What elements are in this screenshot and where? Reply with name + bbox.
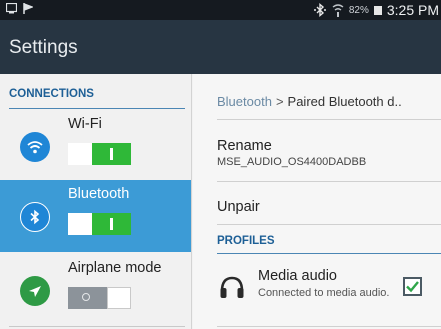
sidebar-item-airplane-mode[interactable]: Airplane mode <box>0 254 192 326</box>
breadcrumb-parent[interactable]: Bluetooth <box>217 94 272 109</box>
checkmark-icon <box>406 281 419 293</box>
sidebar-item-label: Airplane mode <box>68 260 162 276</box>
clock: 3:25 PM <box>386 2 439 18</box>
airplane-mode-toggle[interactable] <box>68 287 131 309</box>
detail-pane: Bluetooth > Paired Bluetooth d.. Rename MS… <box>193 74 441 329</box>
sidebar-item-label: Wi-Fi <box>68 116 102 132</box>
divider <box>217 326 441 327</box>
wifi-toggle[interactable] <box>68 143 131 165</box>
divider <box>217 224 441 225</box>
media-audio-checkbox[interactable] <box>403 277 422 296</box>
bluetooth-toggle[interactable] <box>68 213 131 235</box>
battery-percent: 82% <box>348 4 369 16</box>
airplane-icon <box>20 276 50 306</box>
wifi-status-icon <box>332 4 344 17</box>
media-audio-status: Connected to media audio. <box>258 287 390 299</box>
connections-pane: CONNECTIONS Wi-Fi Bluetooth Airplane mod <box>0 74 192 329</box>
page-title: Settings <box>9 37 78 58</box>
sidebar-item-label: Bluetooth <box>68 186 130 202</box>
bluetooth-status-icon <box>313 3 326 17</box>
list-divider <box>9 326 185 327</box>
sidebar-item-wifi[interactable]: Wi-Fi <box>0 110 192 182</box>
section-divider <box>9 108 185 109</box>
connections-header: CONNECTIONS <box>9 88 94 100</box>
profiles-header: PROFILES <box>217 235 275 247</box>
pane-divider <box>191 74 192 329</box>
status-bar: 82% 3:25 PM <box>0 0 441 20</box>
flag-icon <box>23 3 33 14</box>
wifi-icon <box>20 132 50 162</box>
breadcrumb: Bluetooth > Paired Bluetooth d.. <box>217 94 402 109</box>
divider <box>217 119 441 120</box>
battery-icon <box>373 5 382 15</box>
section-divider <box>217 253 441 254</box>
rename-label: Rename <box>217 138 272 154</box>
bluetooth-icon <box>20 202 50 232</box>
media-audio-title: Media audio <box>258 268 337 284</box>
screen-mirror-icon <box>6 3 17 14</box>
headphones-icon <box>220 276 244 298</box>
action-bar: Settings <box>0 20 441 74</box>
sidebar-item-bluetooth[interactable]: Bluetooth <box>0 180 192 252</box>
breadcrumb-separator: > <box>275 94 284 109</box>
breadcrumb-current: Paired Bluetooth d.. <box>287 94 402 109</box>
divider <box>217 181 441 182</box>
unpair-button[interactable]: Unpair <box>217 199 260 215</box>
device-name-value: MSE_AUDIO_OS4400DADBB <box>217 156 367 168</box>
